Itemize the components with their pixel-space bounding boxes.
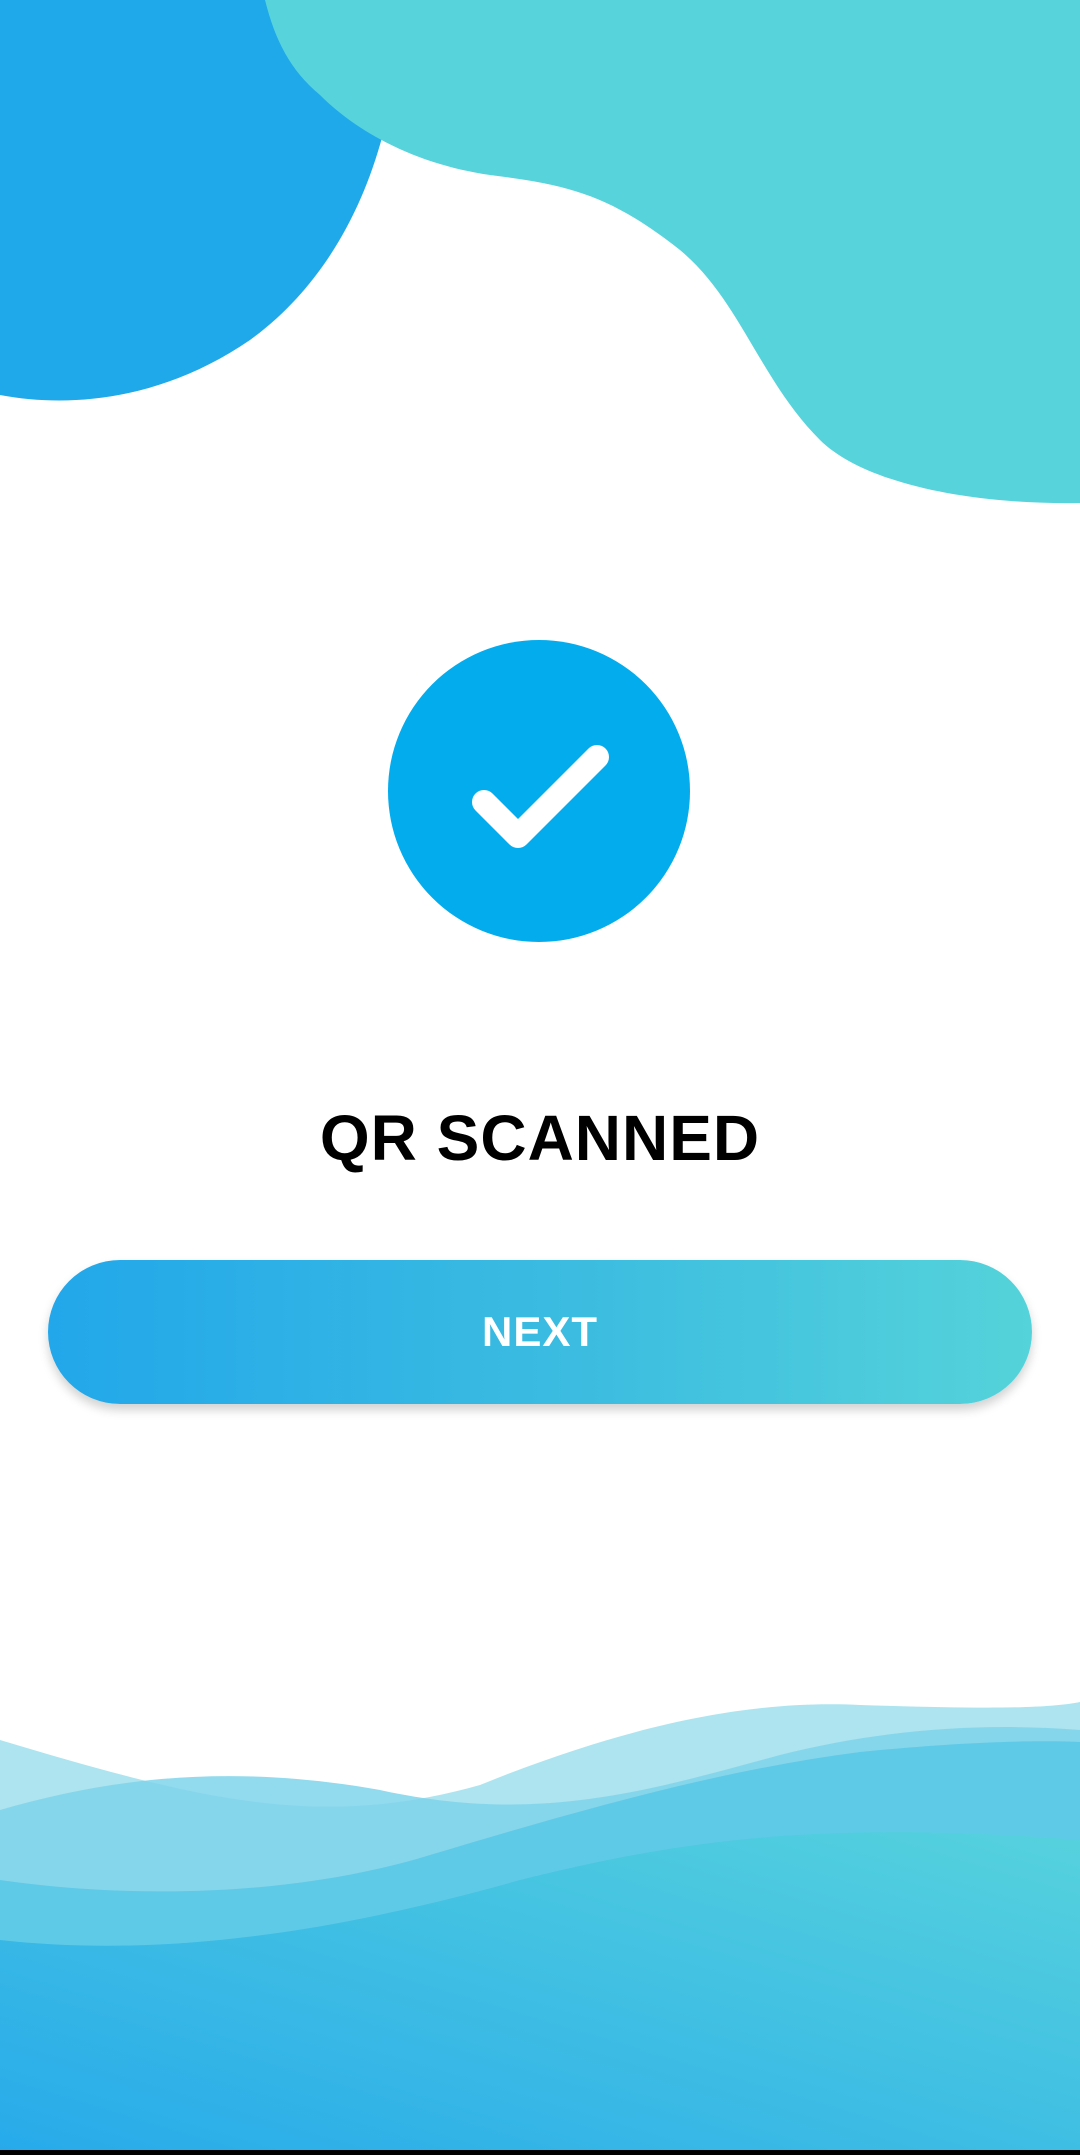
next-button[interactable]: NEXT (48, 1260, 1032, 1404)
bottom-wave-decoration (0, 1702, 1080, 2155)
bottom-edge-bar (0, 2150, 1080, 2155)
top-blob-decoration (0, 0, 1080, 504)
checkmark-icon (472, 745, 609, 848)
status-title: QR SCANNED (319, 1102, 761, 1174)
teal-blob-shape (265, 0, 1080, 504)
success-badge (388, 640, 690, 942)
